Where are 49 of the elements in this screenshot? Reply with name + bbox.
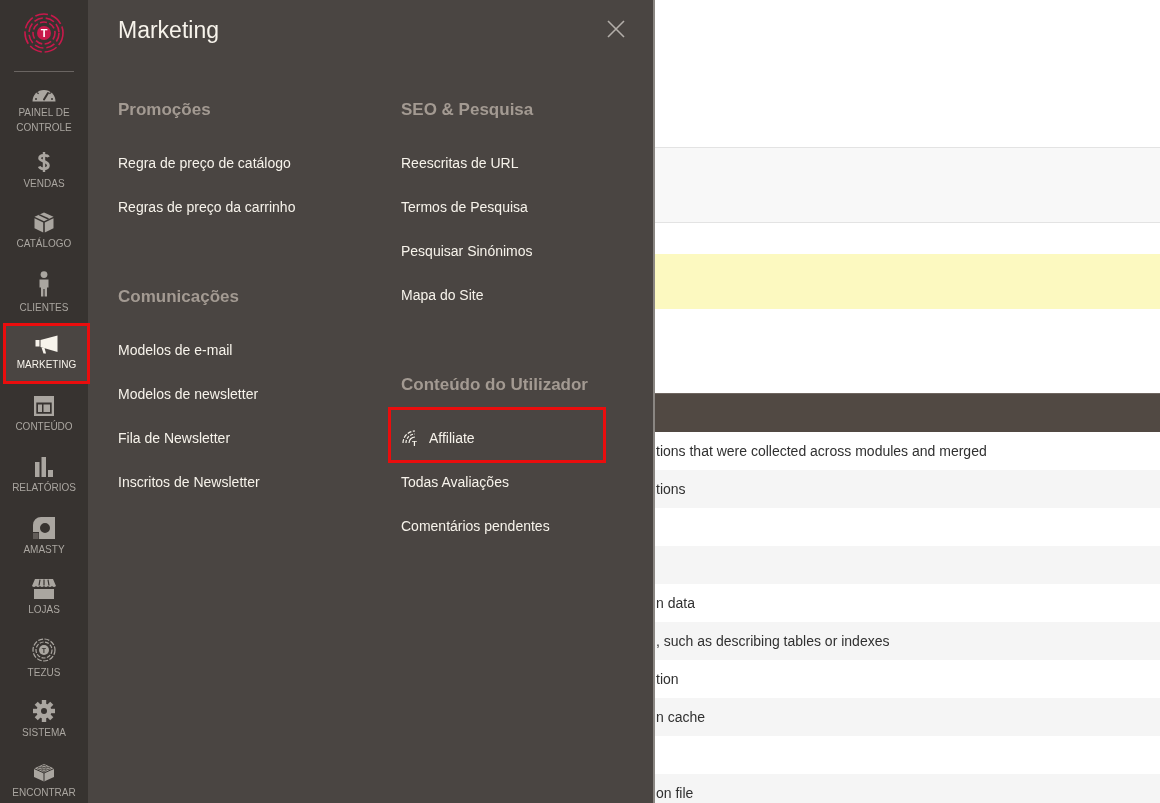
panel-title: Marketing bbox=[118, 16, 219, 45]
sidebar-item[interactable]: ENCONTRAR bbox=[0, 750, 88, 803]
brick-icon bbox=[33, 761, 55, 782]
sidebar-item[interactable]: AMASTY bbox=[0, 506, 88, 567]
table-row: on file bbox=[655, 774, 1160, 803]
bar-chart-icon bbox=[35, 456, 53, 477]
menu-link[interactable]: Reescritas de URL bbox=[401, 141, 519, 185]
menu-link[interactable]: Inscritos de Newsletter bbox=[118, 460, 260, 504]
sidebar-item[interactable]: CONTEÚDO bbox=[0, 384, 88, 445]
close-button[interactable] bbox=[607, 20, 625, 38]
sidebar-item[interactable]: SISTEMA bbox=[0, 689, 88, 750]
table-row-text: tions that were collected across modules and merged bbox=[655, 442, 988, 461]
sidebar-item[interactable]: MARKETING bbox=[3, 323, 90, 384]
menu-link[interactable]: Regras de preço da carrinho bbox=[118, 185, 296, 229]
dollar-icon bbox=[37, 150, 51, 173]
menu-link[interactable]: Termos de Pesquisa bbox=[401, 185, 528, 229]
table-row-text: tion bbox=[655, 670, 680, 689]
menu-link[interactable]: Comentários pendentes bbox=[401, 504, 550, 548]
table-row: tions bbox=[655, 470, 1160, 508]
megaphone-icon bbox=[34, 335, 59, 354]
layout-icon bbox=[34, 395, 54, 416]
menu-link[interactable]: Pesquisar Sinónimos bbox=[401, 229, 533, 273]
menu-link[interactable]: Mapa do Site bbox=[401, 273, 484, 317]
menu-link[interactable]: Regra de preço de catálogo bbox=[118, 141, 291, 185]
storefront-icon bbox=[32, 578, 56, 599]
settings-icon bbox=[33, 699, 55, 722]
box-icon bbox=[34, 212, 54, 233]
table-row-text: n data bbox=[655, 594, 696, 613]
menu-link[interactable]: T Affiliate bbox=[388, 407, 606, 463]
sidebar-item[interactable]: CLIENTES bbox=[0, 262, 88, 323]
letter-shape-icon bbox=[33, 516, 55, 539]
close-icon bbox=[607, 20, 625, 38]
table-row: , such as describing tables or indexes bbox=[655, 622, 1160, 660]
person-icon bbox=[38, 270, 50, 297]
sidebar-item[interactable]: CATÁLOGO bbox=[0, 201, 88, 262]
menu-link[interactable]: Todas Avaliações bbox=[401, 460, 509, 504]
menu-link[interactable]: Fila de Newsletter bbox=[118, 416, 231, 460]
table-row: n cache bbox=[655, 698, 1160, 736]
section-heading: Comunicações bbox=[118, 286, 239, 308]
section-heading: Promoções bbox=[118, 99, 211, 121]
sidebar-item[interactable]: VENDAS bbox=[0, 140, 88, 201]
menu-link[interactable]: Modelos de newsletter bbox=[118, 372, 259, 416]
sidebar-item[interactable]: LOJAS bbox=[0, 567, 88, 628]
section-heading: SEO & Pesquisa bbox=[401, 99, 534, 121]
logo[interactable]: T bbox=[24, 13, 64, 53]
menu-link[interactable]: Modelos de e-mail bbox=[118, 328, 233, 372]
sidebar-item[interactable]: PAINEL DE CONTROLE bbox=[0, 79, 88, 140]
sidebar-item[interactable]: RELATÓRIOS bbox=[0, 445, 88, 506]
section-heading: Conteúdo do Utilizador bbox=[401, 374, 588, 396]
